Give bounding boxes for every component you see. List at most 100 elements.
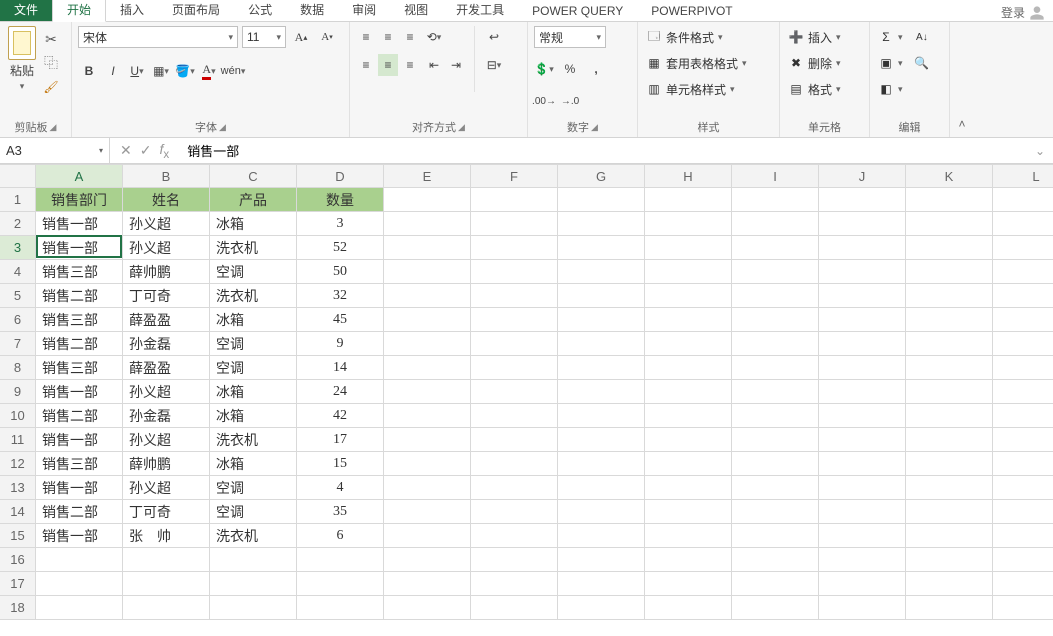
cell[interactable] [558, 524, 645, 548]
cell[interactable]: 孙义超 [123, 236, 210, 260]
cell[interactable]: 4 [297, 476, 384, 500]
cell[interactable] [732, 404, 819, 428]
cell[interactable] [993, 188, 1053, 212]
cell[interactable]: 销售三部 [36, 356, 123, 380]
font-size-combo[interactable]: 11▾ [242, 26, 286, 48]
cell[interactable] [732, 524, 819, 548]
cell[interactable] [558, 188, 645, 212]
cell[interactable] [645, 332, 732, 356]
cell[interactable]: 冰箱 [210, 212, 297, 236]
cell[interactable] [645, 572, 732, 596]
cell[interactable] [819, 428, 906, 452]
paste-button[interactable]: 粘贴 ▾ [6, 26, 38, 92]
merge-button[interactable]: ⊟▾ [483, 54, 505, 76]
number-dialog-launcher[interactable]: ◢ [591, 122, 598, 133]
cell[interactable] [123, 548, 210, 572]
decrease-font-button[interactable]: A▾ [316, 26, 338, 48]
cell[interactable] [558, 596, 645, 620]
cell[interactable] [906, 476, 993, 500]
tab-review[interactable]: 审阅 [338, 0, 390, 21]
cell[interactable] [384, 356, 471, 380]
cell[interactable]: 销售一部 [36, 428, 123, 452]
increase-decimal-button[interactable]: .00→ [534, 90, 554, 112]
tab-powerquery[interactable]: POWER QUERY [518, 1, 637, 21]
cell[interactable]: 空调 [210, 332, 297, 356]
cell[interactable] [819, 500, 906, 524]
cell[interactable] [906, 236, 993, 260]
cell[interactable] [819, 476, 906, 500]
comma-button[interactable]: , [586, 58, 606, 80]
cell[interactable] [471, 236, 558, 260]
row-header[interactable]: 2 [0, 212, 36, 236]
cell[interactable]: 张 帅 [123, 524, 210, 548]
cell[interactable] [993, 596, 1053, 620]
cell[interactable] [558, 236, 645, 260]
cell[interactable]: 洗衣机 [210, 524, 297, 548]
cell[interactable] [210, 548, 297, 572]
cell[interactable] [732, 596, 819, 620]
cell[interactable] [645, 500, 732, 524]
number-format-combo[interactable]: 常规▾ [534, 26, 606, 48]
cancel-formula-button[interactable]: ✕ [120, 142, 132, 159]
cell[interactable] [906, 572, 993, 596]
cell[interactable]: 冰箱 [210, 308, 297, 332]
decrease-decimal-button[interactable]: →.0 [560, 90, 580, 112]
bold-button[interactable]: B [78, 60, 100, 82]
cell[interactable] [471, 428, 558, 452]
accept-formula-button[interactable]: ✓ [140, 142, 152, 159]
cell[interactable] [993, 476, 1053, 500]
cell[interactable] [819, 356, 906, 380]
column-header[interactable]: K [906, 164, 993, 188]
cell[interactable] [993, 452, 1053, 476]
cell[interactable]: 空调 [210, 500, 297, 524]
cell[interactable] [906, 212, 993, 236]
column-header[interactable]: D [297, 164, 384, 188]
cell[interactable] [906, 596, 993, 620]
cell[interactable] [471, 404, 558, 428]
cell[interactable] [819, 524, 906, 548]
cell[interactable] [384, 524, 471, 548]
cell[interactable] [558, 356, 645, 380]
cell[interactable] [732, 452, 819, 476]
cell[interactable] [558, 476, 645, 500]
font-color-button[interactable]: A▾ [198, 60, 220, 82]
underline-button[interactable]: U▾ [126, 60, 148, 82]
cell[interactable]: 销售部门 [36, 188, 123, 212]
cell[interactable] [471, 284, 558, 308]
row-header[interactable]: 8 [0, 356, 36, 380]
tab-file[interactable]: 文件 [0, 0, 52, 21]
cell-styles-button[interactable]: ▥单元格样式▾ [644, 78, 749, 100]
cell[interactable] [993, 260, 1053, 284]
cell[interactable] [36, 596, 123, 620]
cell[interactable] [210, 572, 297, 596]
cell[interactable] [384, 188, 471, 212]
column-header[interactable]: I [732, 164, 819, 188]
column-header[interactable]: C [210, 164, 297, 188]
column-header[interactable]: F [471, 164, 558, 188]
tab-home[interactable]: 开始 [52, 0, 106, 22]
cell[interactable] [993, 500, 1053, 524]
italic-button[interactable]: I [102, 60, 124, 82]
cell[interactable]: 孙义超 [123, 212, 210, 236]
cell[interactable] [210, 596, 297, 620]
cell[interactable] [819, 284, 906, 308]
cell[interactable] [819, 380, 906, 404]
cell[interactable]: 洗衣机 [210, 284, 297, 308]
cell[interactable] [471, 356, 558, 380]
cell[interactable] [558, 380, 645, 404]
cell[interactable] [993, 572, 1053, 596]
cut-button[interactable] [42, 30, 60, 48]
cell[interactable] [732, 500, 819, 524]
cell[interactable] [732, 476, 819, 500]
row-header[interactable]: 11 [0, 428, 36, 452]
tab-layout[interactable]: 页面布局 [158, 0, 234, 21]
align-dialog-launcher[interactable]: ◢ [458, 122, 465, 133]
orientation-button[interactable]: ⟲▾ [424, 26, 444, 48]
format-as-table-button[interactable]: ▦套用表格格式▾ [644, 52, 749, 74]
cell[interactable] [732, 572, 819, 596]
cell[interactable]: 销售三部 [36, 452, 123, 476]
cell[interactable]: 销售二部 [36, 284, 123, 308]
cell[interactable]: 销售一部 [36, 524, 123, 548]
cell[interactable] [819, 188, 906, 212]
cell[interactable] [471, 524, 558, 548]
